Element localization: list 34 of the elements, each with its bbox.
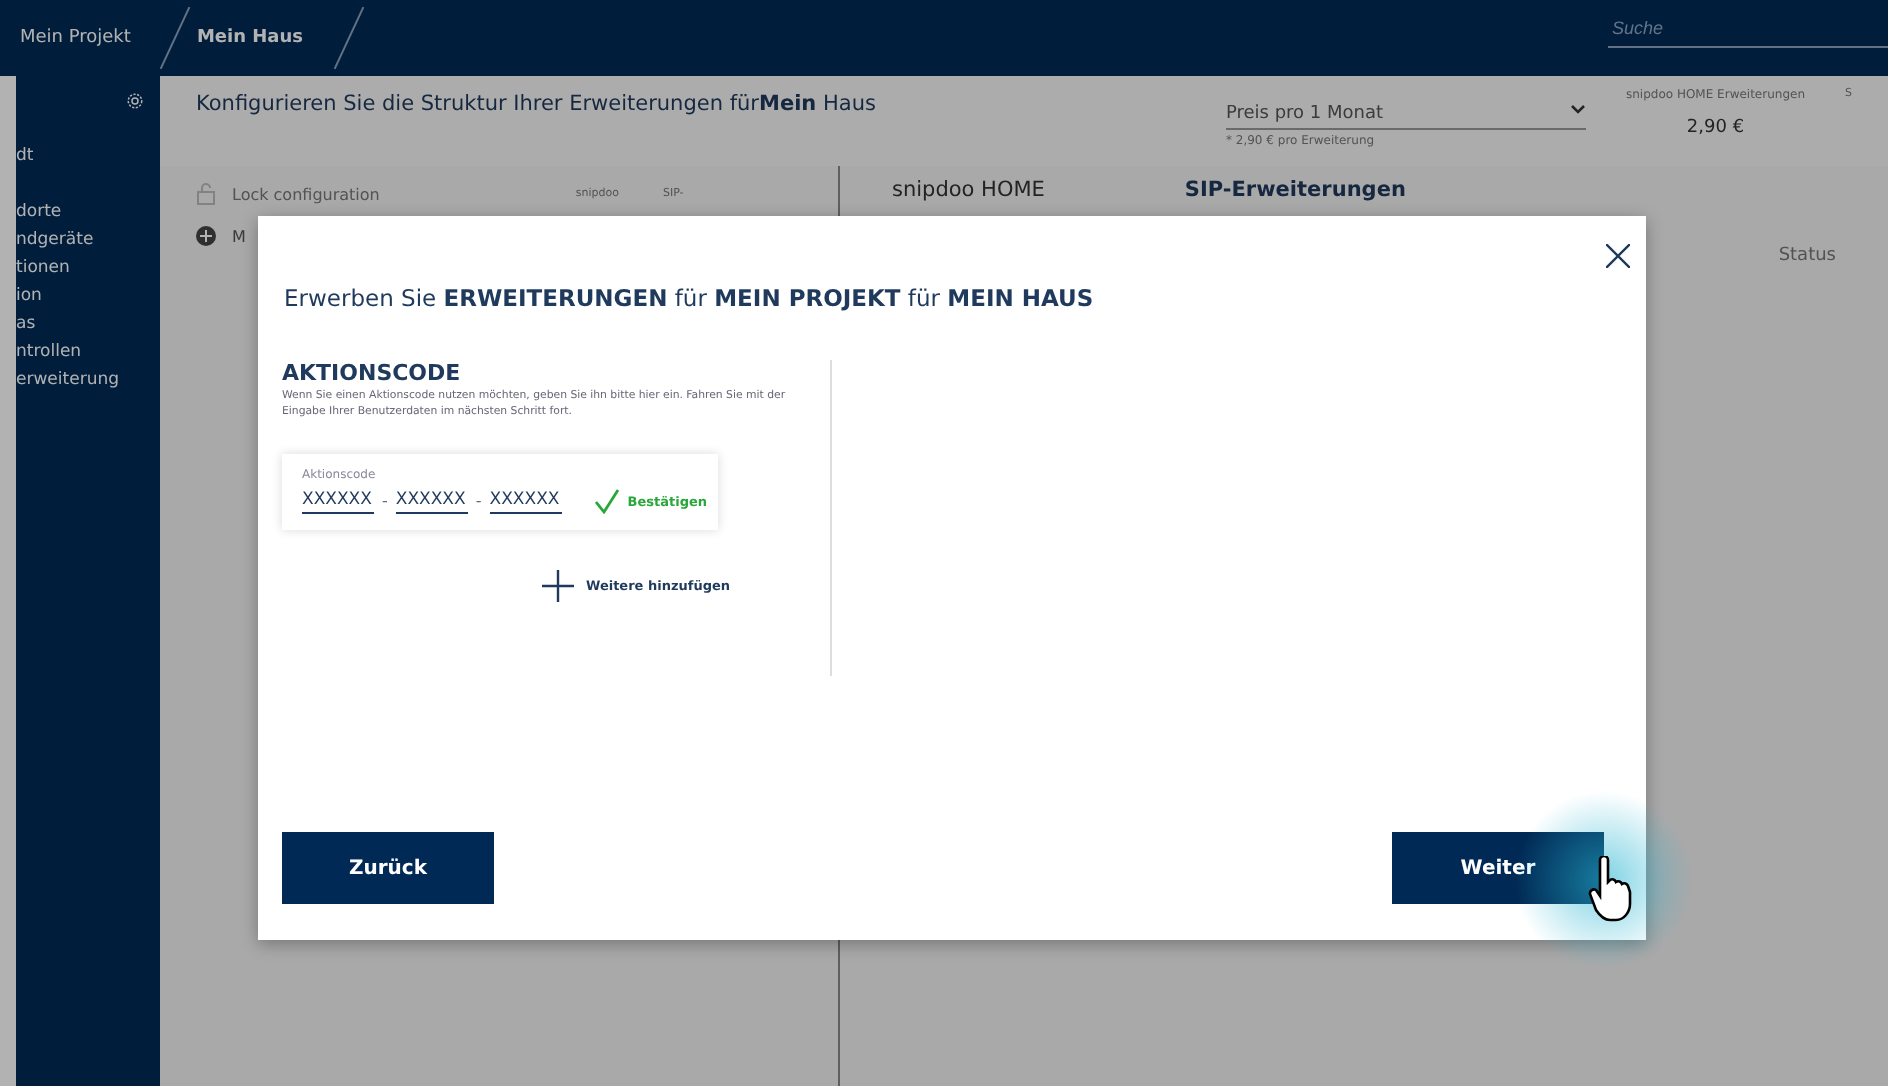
page-heading: Konfigurieren Sie die Struktur Ihrer Erweiterungen fürMein Haus: [196, 90, 876, 120]
breadcrumb-link[interactable]: Mein Haus: [176, 28, 347, 48]
tab[interactable]: snipdoo HOME: [892, 178, 1045, 202]
sidebar-item[interactable]: ntrollen: [16, 338, 160, 366]
sidebar-item[interactable]: erweiterung: [16, 366, 160, 394]
sidebar-item[interactable]: dorte: [16, 198, 160, 226]
breadcrumb-link[interactable]: Mein Projekt: [0, 28, 175, 48]
input-field[interactable]: XXXXXX: [395, 488, 468, 514]
close-button[interactable]: [1602, 240, 1634, 272]
section-heading: AKTIONSCODE: [282, 360, 463, 386]
separator: -: [475, 492, 482, 510]
back-button[interactable]: Zurück: [282, 832, 494, 904]
input-field[interactable]: XXXXXX: [489, 488, 562, 514]
search-field[interactable]: Suche: [1608, 9, 1888, 47]
settings-icon[interactable]: [126, 92, 144, 110]
summary-value: 2,90 €: [1686, 118, 1745, 138]
sidebar-item[interactable]: ndgeräte: [16, 226, 160, 254]
chevron-down-icon: [1569, 104, 1586, 114]
plus-icon: [542, 570, 574, 602]
plus-circle-icon[interactable]: [196, 226, 216, 246]
sidebar-item[interactable]: ion: [16, 282, 160, 310]
separator: -: [382, 492, 388, 510]
dialog-title: Erwerben Sie ERWEITERUNGEN für MEIN PROJEKT für MEIN HAUS: [284, 284, 1096, 312]
tree-item[interactable]: M: [232, 227, 246, 245]
input-field[interactable]: XXXXXX: [302, 488, 374, 514]
column-header: Status: [1778, 246, 1836, 266]
sidebar-item[interactable]: as: [16, 310, 160, 338]
price-select[interactable]: Preis pro 1 Monat: [1225, 104, 1586, 130]
sidebar-item[interactable]: tionen: [16, 254, 160, 282]
next-button[interactable]: Weiter: [1392, 832, 1604, 904]
sidebar-item[interactable]: dt: [16, 142, 160, 170]
close-icon: [1606, 244, 1630, 268]
checkmark-icon: [593, 488, 620, 514]
tab[interactable]: SIP-Erweiterungen: [1184, 178, 1406, 202]
